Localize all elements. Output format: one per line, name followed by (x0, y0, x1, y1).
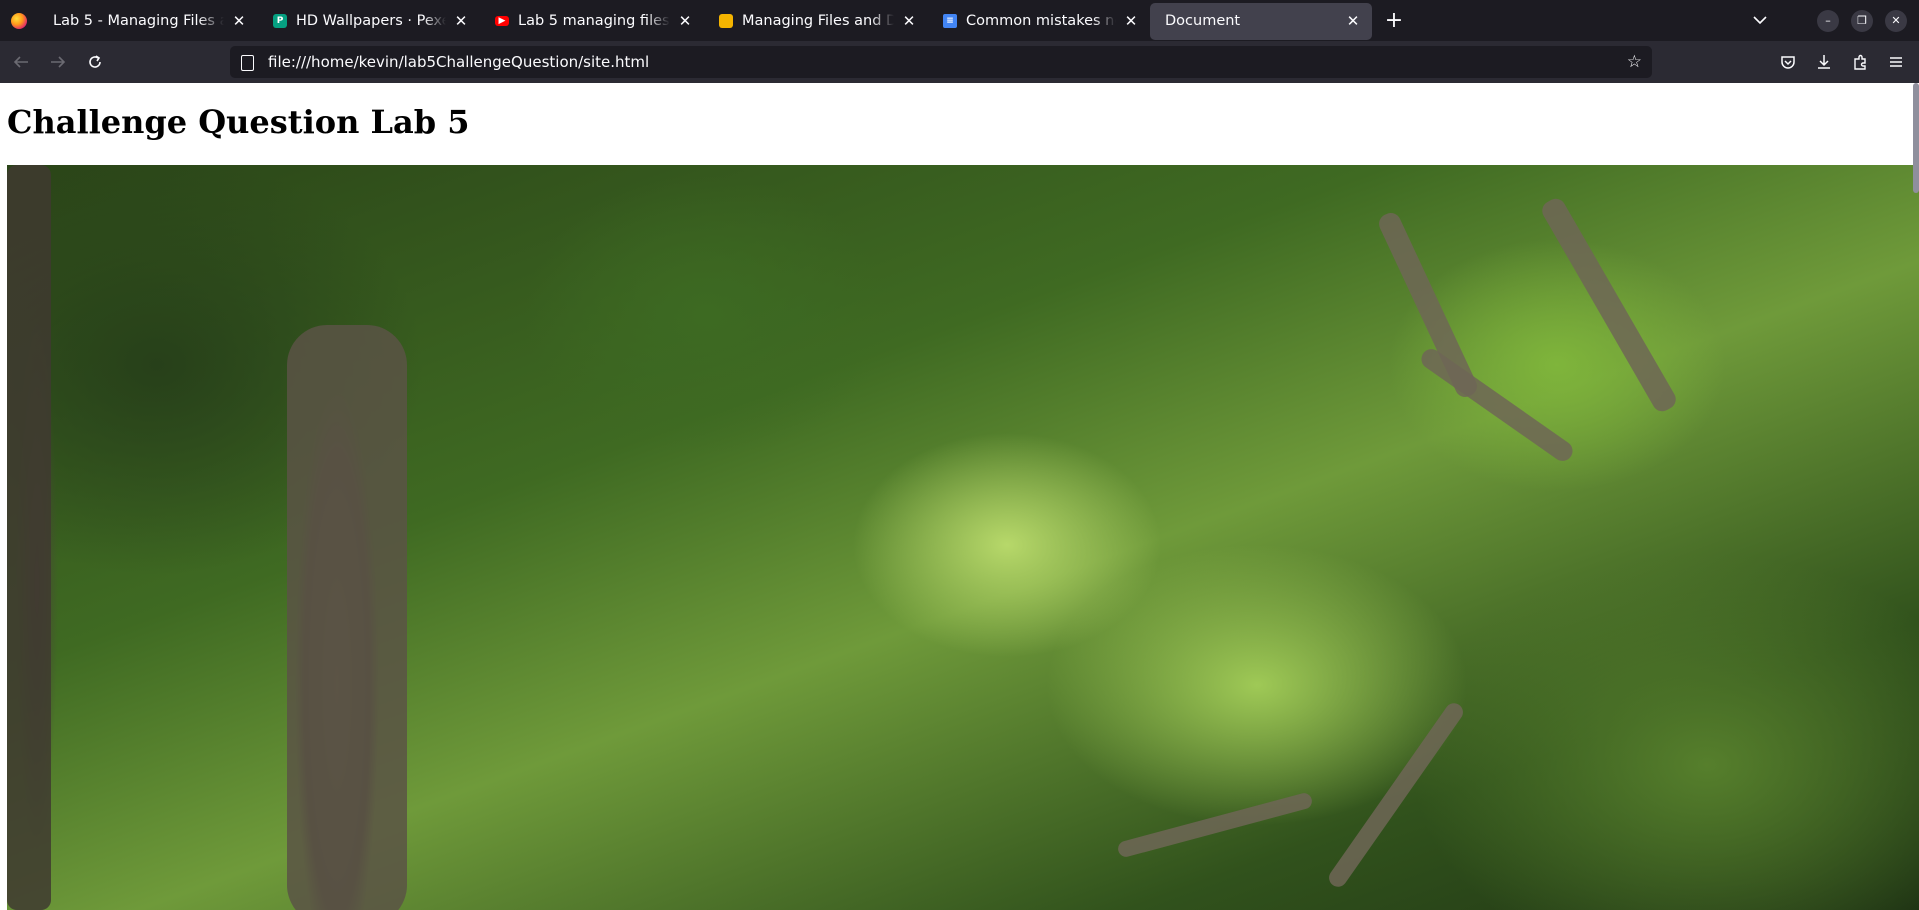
close-window-button[interactable]: ✕ (1885, 9, 1907, 32)
tab-slides-managing-files[interactable]: Managing Files and Directories ✕ (704, 3, 928, 40)
restore-button[interactable]: ❐ (1851, 9, 1873, 32)
close-icon[interactable]: ✕ (1344, 12, 1362, 30)
address-bar[interactable]: file:///home/kevin/lab5ChallengeQuestion… (230, 46, 1652, 78)
page-content: Challenge Question Lab 5 (0, 83, 1919, 910)
tab-lab5-managing-files[interactable]: Lab 5 - Managing Files and Directories ✕ (38, 3, 258, 40)
tab-title: Common mistakes new users make (966, 13, 1116, 29)
close-icon[interactable]: ✕ (676, 12, 694, 30)
page-icon[interactable] (240, 54, 254, 71)
back-button[interactable] (5, 46, 37, 78)
close-icon[interactable]: ✕ (1122, 12, 1140, 30)
close-icon[interactable]: ✕ (452, 12, 470, 30)
menu-hamburger-icon[interactable] (1878, 46, 1914, 78)
navigation-toolbar: file:///home/kevin/lab5ChallengeQuestion… (0, 41, 1919, 83)
tab-title: Lab 5 managing files and directories (518, 13, 670, 29)
arrow-left-icon (13, 56, 28, 68)
star-bookmark-icon[interactable]: ☆ (1627, 52, 1642, 72)
extensions-icon[interactable] (1842, 46, 1878, 78)
tab-pexels[interactable]: P HD Wallpapers · Pexels ✕ (258, 3, 480, 40)
tab-title: Lab 5 - Managing Files and Directories (53, 13, 224, 29)
youtube-icon: ▶ (495, 16, 509, 26)
new-tab-button[interactable]: + (1376, 3, 1412, 39)
reload-icon (89, 55, 101, 68)
close-icon[interactable]: ✕ (900, 12, 918, 30)
docs-icon: ≡ (943, 14, 957, 28)
page-scrollbar[interactable] (1913, 83, 1919, 193)
page-title: Challenge Question Lab 5 (7, 103, 470, 141)
minimize-button[interactable]: – (1817, 9, 1839, 32)
arrow-right-icon (51, 56, 66, 68)
tab-title: HD Wallpapers · Pexels (296, 13, 446, 29)
reload-button[interactable] (79, 46, 111, 78)
forward-button[interactable] (42, 46, 74, 78)
pocket-icon[interactable] (1770, 46, 1806, 78)
url-text[interactable]: file:///home/kevin/lab5ChallengeQuestion… (268, 53, 649, 71)
tab-document[interactable]: Document ✕ (1150, 2, 1372, 40)
firefox-logo-icon[interactable] (0, 0, 38, 41)
downloads-icon[interactable] (1806, 46, 1842, 78)
list-all-tabs-button[interactable] (1745, 0, 1775, 41)
pexels-icon: P (273, 14, 287, 28)
tab-docs-common-mistakes[interactable]: ≡ Common mistakes new users make ✕ (928, 3, 1150, 40)
close-icon[interactable]: ✕ (230, 12, 248, 30)
forest-canopy-image (7, 165, 1919, 910)
tab-strip: Lab 5 - Managing Files and Directories ✕… (0, 0, 1919, 41)
tab-title: Document (1165, 13, 1241, 29)
tab-title: Managing Files and Directories (742, 13, 894, 29)
tab-youtube-lab5[interactable]: ▶ Lab 5 managing files and directories ✕ (480, 3, 704, 40)
slides-icon (719, 14, 733, 28)
chevron-down-icon (1753, 16, 1767, 25)
